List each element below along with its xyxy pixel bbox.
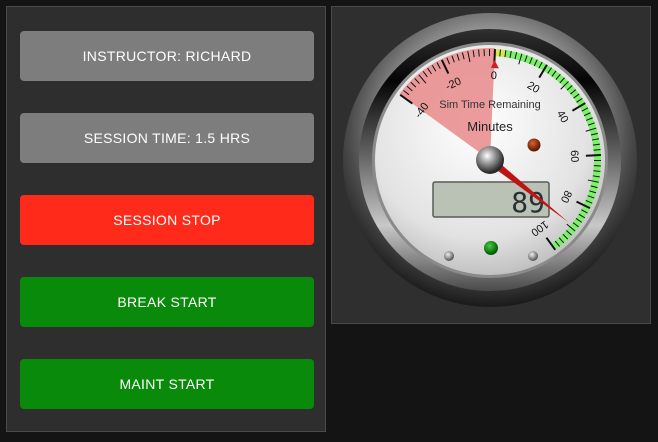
- scale-label: 60: [568, 150, 581, 163]
- needle-hub: [476, 146, 504, 174]
- tick-mark: [585, 154, 601, 157]
- scale-label: 0: [490, 70, 497, 82]
- status-led-top: [527, 138, 541, 152]
- gauge-panel: -40 -20 0 20 40 60 80 100 Sim Time Remaining Mi…: [331, 6, 651, 324]
- instructor-button[interactable]: INSTRUCTOR: RICHARD: [20, 31, 314, 81]
- session-stop-button[interactable]: SESSION STOP: [20, 195, 314, 245]
- gauge-unit-label: Minutes: [467, 119, 513, 134]
- maint-start-button[interactable]: MAINT START: [20, 359, 314, 409]
- tick-mark: [593, 149, 601, 151]
- right-screw: [528, 251, 538, 261]
- control-panel: INSTRUCTOR: RICHARD SESSION TIME: 1.5 HR…: [6, 6, 326, 432]
- break-start-button[interactable]: BREAK START: [20, 277, 314, 327]
- session-time-button[interactable]: SESSION TIME: 1.5 HRS: [20, 113, 314, 163]
- sim-time-gauge: -40-20 020406080100 Sim Time Remaining Mi…: [343, 13, 637, 307]
- left-screw: [444, 251, 454, 261]
- tick-mark: [499, 49, 501, 57]
- status-led-bottom: [484, 241, 498, 255]
- gauge-title: Sim Time Remaining: [439, 99, 540, 111]
